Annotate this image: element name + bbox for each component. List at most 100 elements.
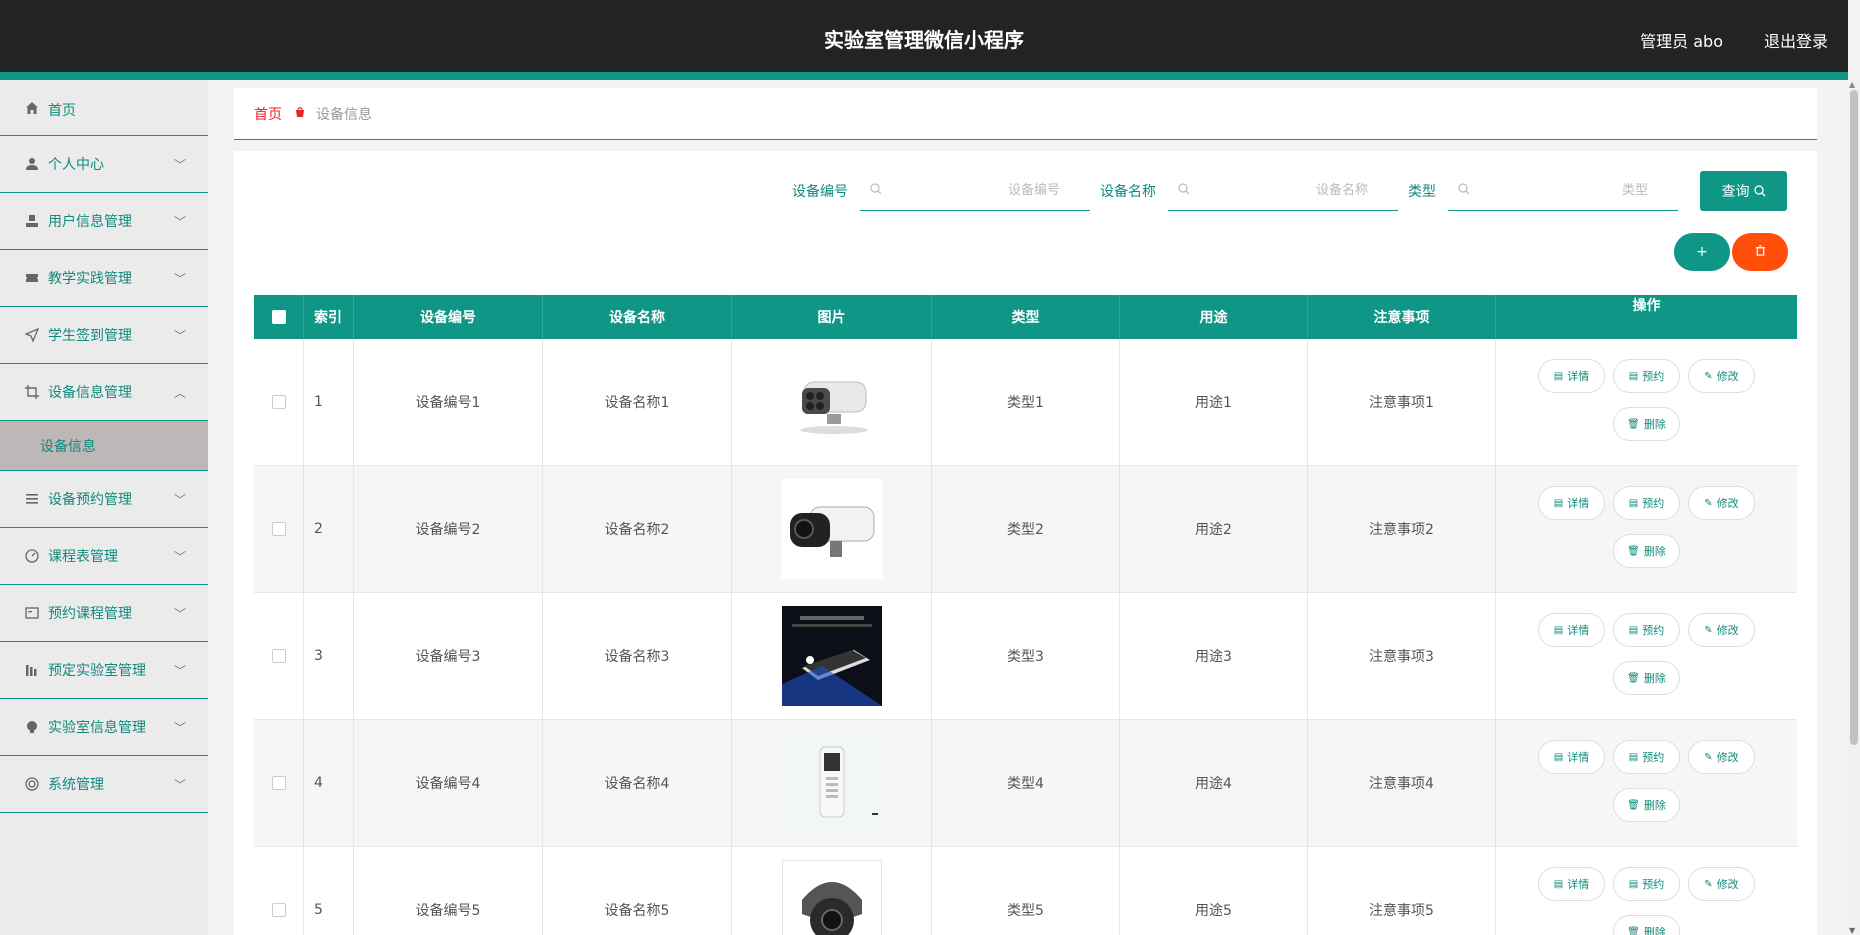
recorder-image <box>781 606 882 706</box>
detail-button[interactable]: ▤ 详情 <box>1538 359 1605 393</box>
scroll-up-icon[interactable]: ▲ <box>1849 80 1855 89</box>
sidebar-item-device-info[interactable]: 设备信息管理 ︿ <box>0 364 208 421</box>
delete-label: 删除 <box>1643 545 1666 558</box>
chevron-down-icon: ﹀ <box>173 607 186 621</box>
code-cell: 设备编号2 <box>354 466 543 592</box>
detail-label: 详情 <box>1567 624 1590 637</box>
code-search-input[interactable] <box>860 171 1090 210</box>
query-button-label: 查询 <box>1721 184 1750 200</box>
edit-button[interactable]: ✎ 修改 <box>1688 867 1755 901</box>
search-icon <box>1753 185 1766 197</box>
row-checkbox[interactable] <box>271 776 286 790</box>
sidebar-item-signin[interactable]: 学生签到管理 ﹀ <box>0 307 208 364</box>
reserve-button[interactable]: ▤ 预约 <box>1613 867 1680 901</box>
page-scrollbar[interactable]: ▲ ▼ <box>1848 80 1860 935</box>
row-checkbox[interactable] <box>271 649 286 663</box>
reserve-label: 预约 <box>1642 751 1665 764</box>
sidebar-item-lab-booking[interactable]: 预定实验室管理 ﹀ <box>0 642 208 699</box>
sidebar-subitem-device[interactable]: 设备信息 <box>0 421 208 471</box>
note-cell: 注意事项1 <box>1308 339 1496 465</box>
device-table: 索引 设备编号 设备名称 图片 类型 用途 注意事项 操作 1 设备编号1 设备… <box>254 295 1797 935</box>
edit-label: 修改 <box>1716 370 1739 383</box>
row-checkbox[interactable] <box>271 522 286 536</box>
document-icon: ▤ <box>1553 751 1564 763</box>
sidebar-item-system[interactable]: 系统管理 ﹀ <box>0 756 208 813</box>
batch-delete-button[interactable] <box>1732 233 1788 271</box>
breadcrumb-current: 设备信息 <box>316 106 372 123</box>
detail-button[interactable]: ▤ 详情 <box>1538 867 1605 901</box>
add-button[interactable]: + <box>1674 233 1730 271</box>
sidebar-item-course-reservation[interactable]: 预约课程管理 ﹀ <box>0 585 208 642</box>
name-search-input[interactable] <box>1168 171 1398 210</box>
document-icon: ▤ <box>1628 624 1639 636</box>
code-label: 设备编号 <box>792 184 848 200</box>
type-search-field <box>1448 171 1678 211</box>
sidebar-item-device-reservation[interactable]: 设备预约管理 ﹀ <box>0 471 208 528</box>
table-header: 索引 设备编号 设备名称 图片 类型 用途 注意事项 操作 <box>254 295 1797 339</box>
table-row: 4 设备编号4 设备名称4 类型4 用途4 注意事项4 ▤ 详情 ▤ 预约 ✎ 修改 … <box>254 720 1797 847</box>
edit-button[interactable]: ✎ 修改 <box>1688 740 1755 774</box>
detail-button[interactable]: ▤ 详情 <box>1538 613 1605 647</box>
name-label: 设备名称 <box>1100 184 1156 200</box>
code-cell: 设备编号4 <box>354 720 543 846</box>
select-all-checkbox[interactable] <box>271 310 286 324</box>
breadcrumb-home[interactable]: 首页 <box>254 104 282 124</box>
sidebar-item-home[interactable]: 首页 <box>0 80 208 136</box>
person-icon <box>24 156 40 172</box>
logout-link[interactable]: 退出登录 <box>1764 28 1828 52</box>
edit-button[interactable]: ✎ 修改 <box>1688 486 1755 520</box>
sidebar-item-label: 首页 <box>48 103 76 119</box>
document-icon: ▤ <box>1628 878 1639 890</box>
operations-cell: ▤ 详情 ▤ 预约 ✎ 修改 🗑 删除 <box>1496 720 1797 846</box>
scroll-down-icon[interactable]: ▼ <box>1849 926 1855 935</box>
delete-button[interactable]: 🗑 删除 <box>1613 407 1680 441</box>
crop-icon <box>24 384 40 400</box>
column-header: 操作 <box>1632 298 1661 314</box>
edit-label: 修改 <box>1716 624 1739 637</box>
delete-button[interactable]: 🗑 删除 <box>1613 788 1680 822</box>
sidebar-item-personal-center[interactable]: 个人中心 ﹀ <box>0 136 208 193</box>
reserve-button[interactable]: ▤ 预约 <box>1613 613 1680 647</box>
bulb-icon <box>24 719 40 735</box>
name-cell: 设备名称2 <box>543 466 732 592</box>
row-checkbox[interactable] <box>271 903 286 917</box>
edit-label: 修改 <box>1716 497 1739 510</box>
code-cell: 设备编号3 <box>354 593 543 719</box>
detail-button[interactable]: ▤ 详情 <box>1538 486 1605 520</box>
reserve-button[interactable]: ▤ 预约 <box>1613 740 1680 774</box>
trash-icon: 🗑 <box>1627 418 1640 430</box>
index-cell: 2 <box>304 466 354 592</box>
query-button[interactable]: 查询 <box>1700 171 1787 211</box>
use-cell: 用途2 <box>1120 466 1308 592</box>
document-icon: ▤ <box>1553 497 1564 509</box>
app-title: 实验室管理微信小程序 <box>824 28 1024 52</box>
row-select-cell <box>254 593 304 719</box>
delete-button[interactable]: 🗑 删除 <box>1613 661 1680 695</box>
reserve-button[interactable]: ▤ 预约 <box>1613 486 1680 520</box>
delete-button[interactable]: 🗑 删除 <box>1613 915 1680 935</box>
pencil-icon: ✎ <box>1704 624 1713 636</box>
sidebar-item-label: 系统管理 <box>48 777 104 793</box>
sidebar-item-schedule[interactable]: 课程表管理 ﹀ <box>0 528 208 585</box>
sidebar-item-lab-info[interactable]: 实验室信息管理 ﹀ <box>0 699 208 756</box>
type-label: 类型 <box>1408 184 1436 200</box>
sidebar-item-user-info[interactable]: 用户信息管理 ﹀ <box>0 193 208 250</box>
row-checkbox[interactable] <box>271 395 286 409</box>
detail-button[interactable]: ▤ 详情 <box>1538 740 1605 774</box>
edit-button[interactable]: ✎ 修改 <box>1688 613 1755 647</box>
code-search-field <box>860 171 1090 211</box>
note-cell: 注意事项5 <box>1308 847 1496 935</box>
delete-button[interactable]: 🗑 删除 <box>1613 534 1680 568</box>
delete-label: 删除 <box>1643 926 1666 935</box>
operations-cell: ▤ 详情 ▤ 预约 ✎ 修改 🗑 删除 <box>1496 339 1797 465</box>
scroll-thumb[interactable] <box>1850 90 1858 745</box>
column-header: 索引 <box>304 295 354 339</box>
note-cell: 注意事项2 <box>1308 466 1496 592</box>
search-icon <box>1178 183 1190 199</box>
type-search-input[interactable] <box>1448 171 1678 210</box>
sidebar-item-teaching[interactable]: 教学实践管理 ﹀ <box>0 250 208 307</box>
row-select-cell <box>254 339 304 465</box>
edit-button[interactable]: ✎ 修改 <box>1688 359 1755 393</box>
sidebar-item-label: 用户信息管理 <box>48 214 132 230</box>
reserve-button[interactable]: ▤ 预约 <box>1613 359 1680 393</box>
